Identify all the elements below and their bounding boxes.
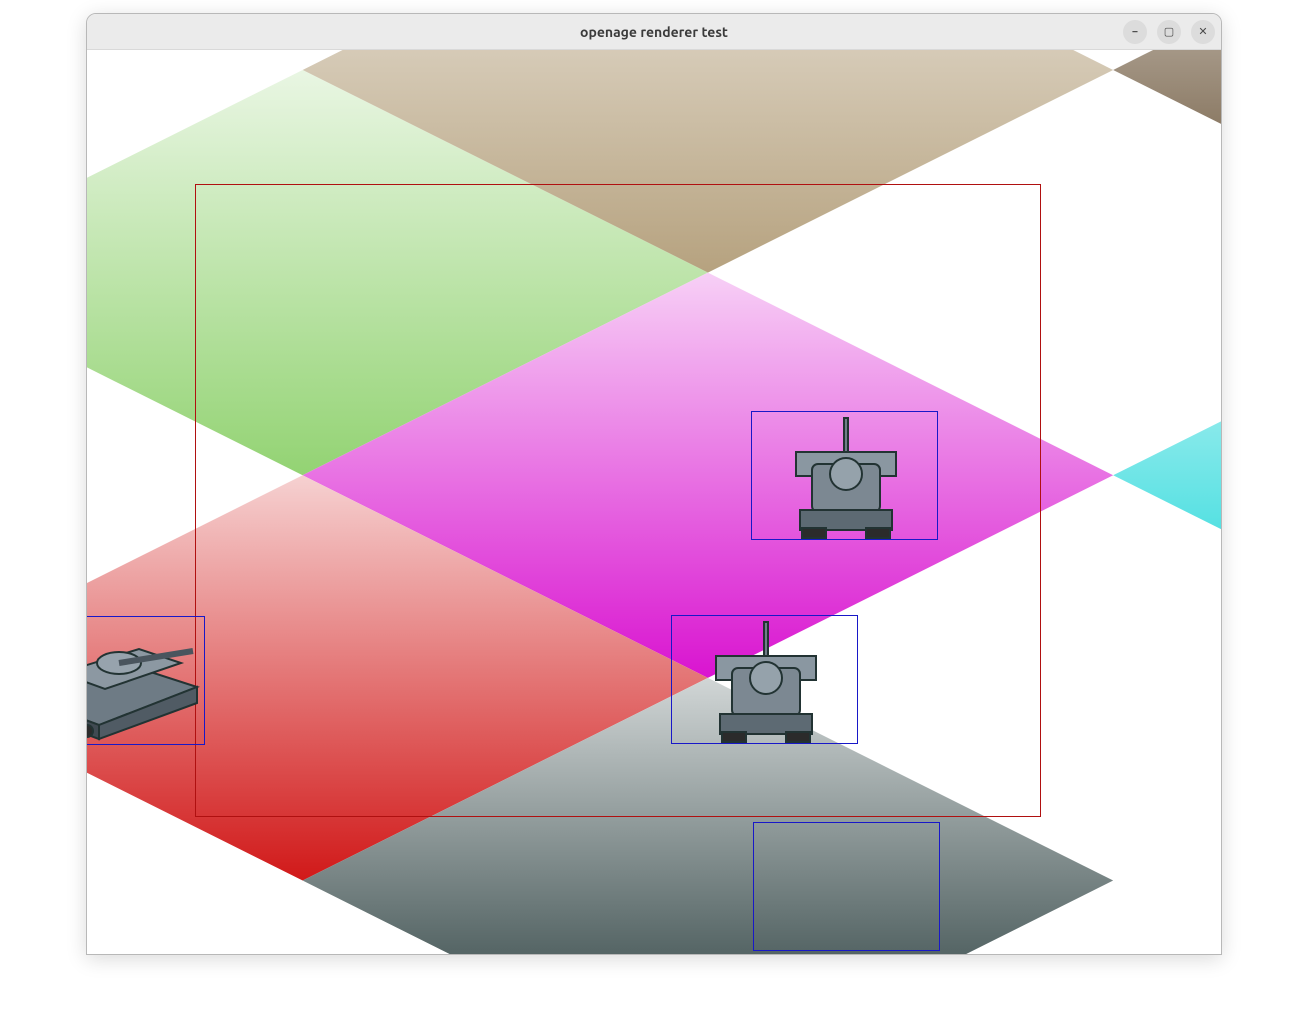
tank-icon [752,412,939,541]
terrain-tile [1113,50,1221,273]
maximize-button[interactable]: ▢ [1157,20,1181,44]
terrain-tile [1113,273,1221,678]
minimize-button[interactable]: − [1123,20,1147,44]
tank-icon [672,616,859,745]
window-controls: − ▢ ✕ [1123,20,1215,44]
close-icon: ✕ [1198,27,1207,38]
render-viewport[interactable] [87,50,1221,954]
minimize-icon: − [1132,27,1138,38]
empty-box[interactable] [753,822,940,951]
close-button[interactable]: ✕ [1191,20,1215,44]
tank-left[interactable] [87,616,205,745]
window-title: openage renderer test [580,24,728,40]
maximize-icon: ▢ [1164,27,1174,38]
tank-icon [87,617,206,746]
app-window: openage renderer test − ▢ ✕ [86,13,1222,955]
tank-right[interactable] [751,411,938,540]
titlebar[interactable]: openage renderer test − ▢ ✕ [87,14,1221,50]
tank-center[interactable] [671,615,858,744]
